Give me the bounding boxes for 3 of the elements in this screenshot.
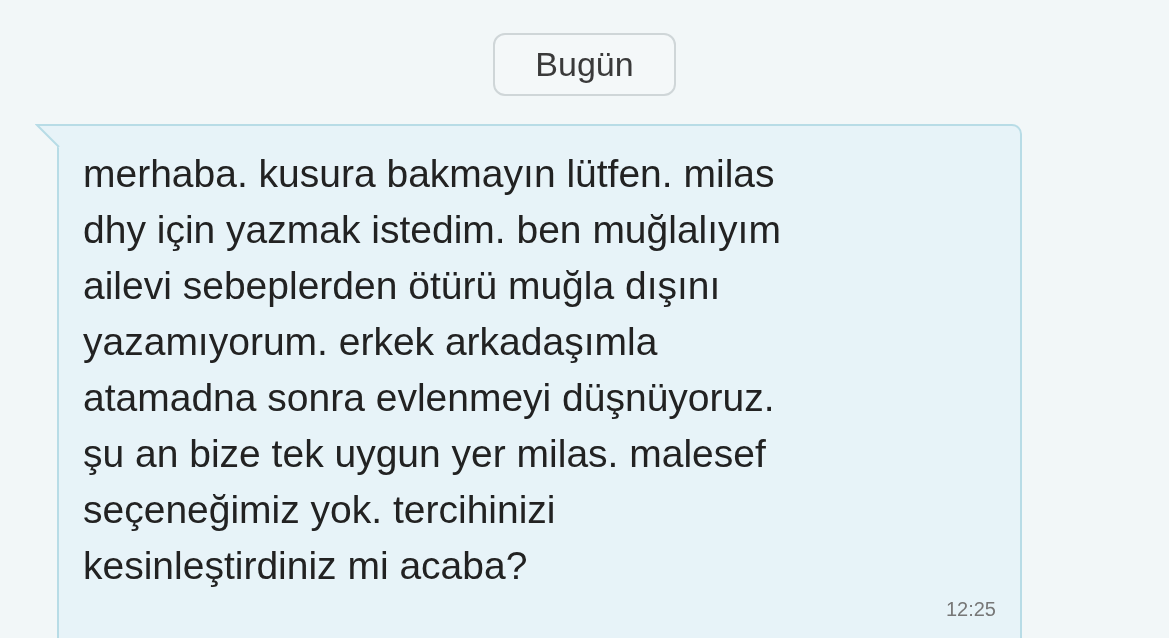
message-time: 12:25 [945,598,996,621]
message-text: merhaba. kusura bakmayın lütfen. milas dhy için yazmak istedim. ben muğlalıyım ailevi sebeplerden ötürü muğla dışını yazamıyorum. erkek arkadaşımla atamadna sonra evlenmeyi düşnüyoruz. şu an bize tek uygun yer milas. malesef seçeneğimiz yok. tercihinizi kesinleştirdiniz mi acaba? [83,151,782,589]
date-separator: Bugün [493,33,676,96]
